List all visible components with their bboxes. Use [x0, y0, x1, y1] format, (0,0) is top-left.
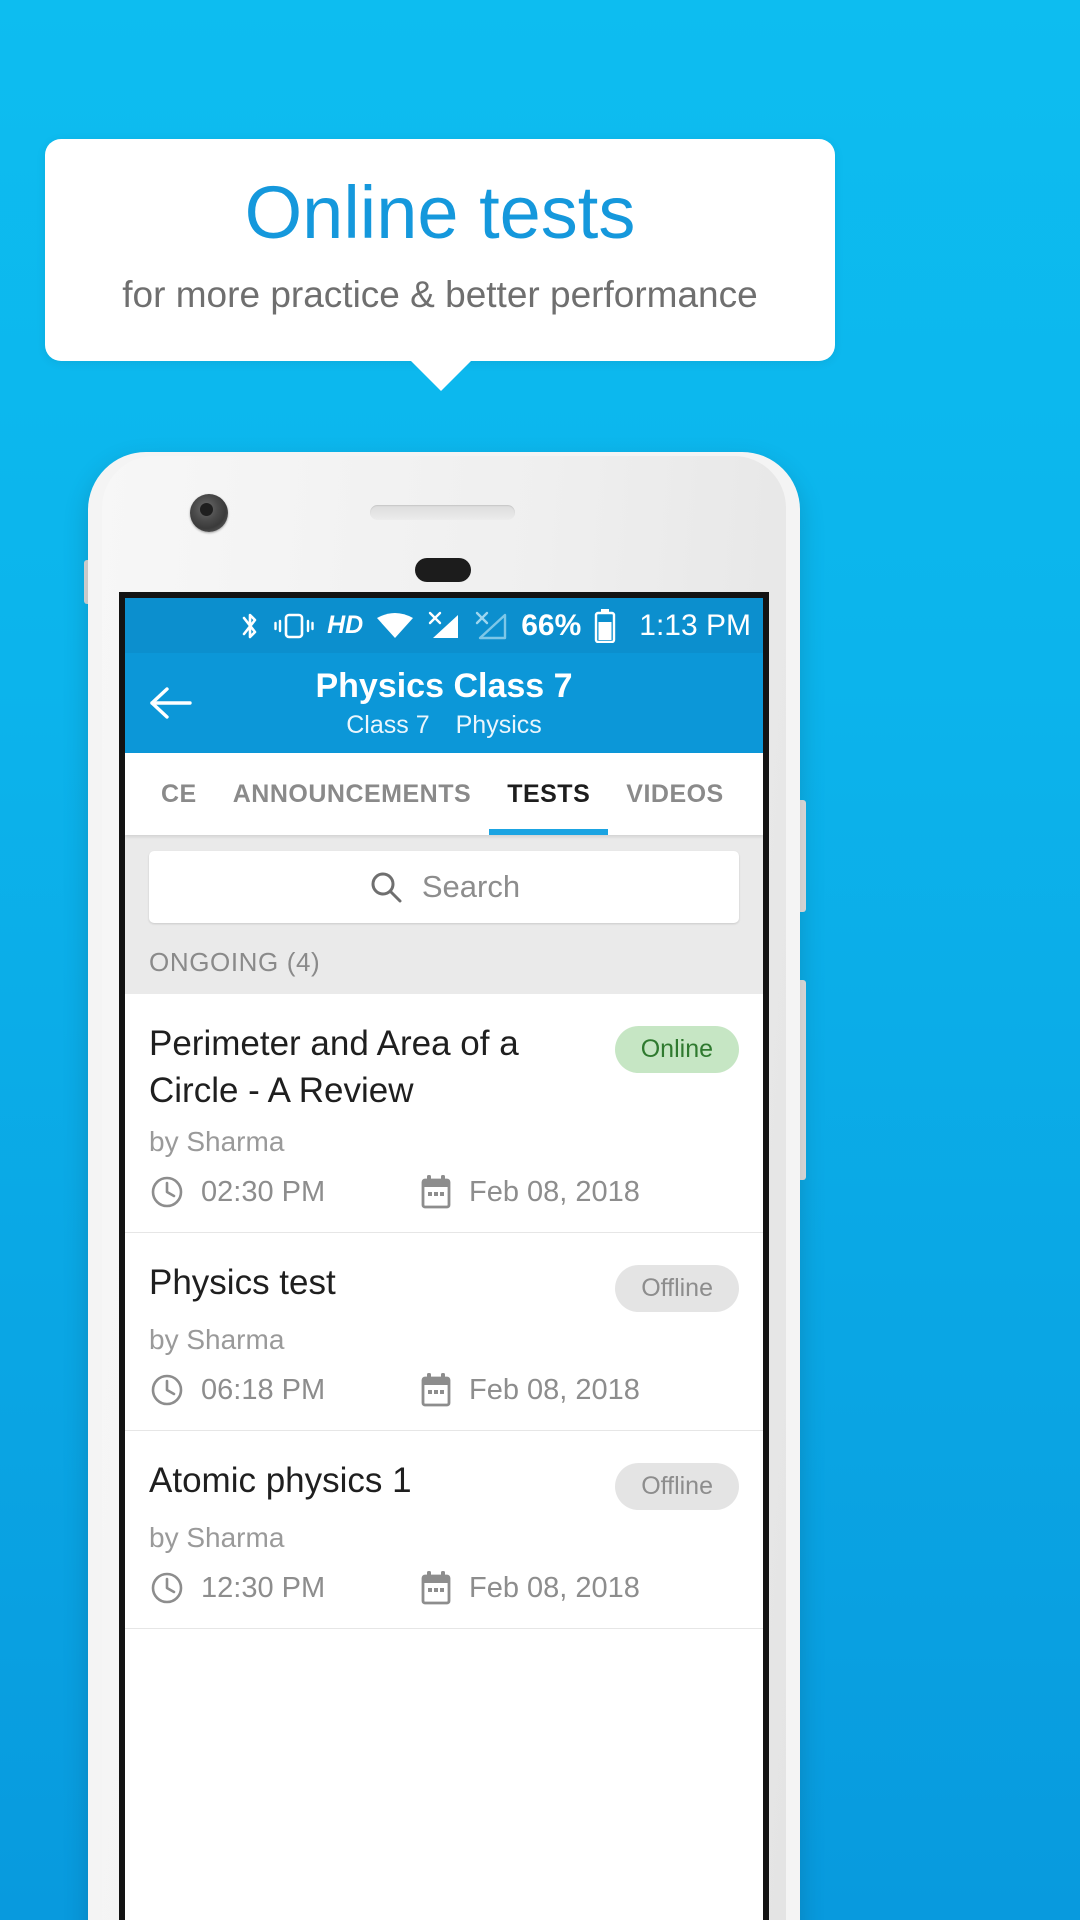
test-date-label: Feb 08, 2018 [469, 1571, 640, 1604]
status-bar-icons: HD 66% 1:13 PM [239, 608, 751, 643]
breadcrumb-subject: Physics [455, 711, 542, 739]
test-meta: 02:30 PM Feb 08, 2018 [149, 1174, 739, 1210]
tab-tests[interactable]: TESTS [489, 753, 609, 835]
test-time: 02:30 PM [149, 1174, 419, 1210]
clock-icon [149, 1570, 185, 1606]
breadcrumb: Class 7 Physics [346, 710, 542, 740]
battery-percent-label: 66% [521, 608, 582, 642]
tab-bar: CE ANNOUNCEMENTS TESTS VIDEOS [125, 753, 763, 835]
search-area: Search [125, 835, 763, 937]
phone-screen: HD 66% 1:13 PM Physics Class 7 Class 7 P… [119, 592, 769, 1920]
test-date-label: Feb 08, 2018 [469, 1175, 640, 1208]
search-input[interactable]: Search [149, 851, 739, 923]
clock-icon [149, 1174, 185, 1210]
status-badge: Online [614, 1026, 739, 1073]
back-button[interactable] [125, 685, 217, 721]
test-title: Atomic physics 1 [149, 1461, 412, 1500]
front-sensor-bar [415, 558, 471, 582]
breadcrumb-class: Class 7 [346, 711, 430, 739]
calendar-icon [419, 1372, 453, 1408]
status-badge: Offline [615, 1265, 739, 1312]
promo-subtitle: for more practice & better performance [122, 274, 758, 315]
clock-icon [149, 1372, 185, 1408]
status-bar: HD 66% 1:13 PM [125, 598, 763, 653]
front-camera-icon [190, 494, 228, 532]
search-icon [368, 869, 404, 905]
tab-ce[interactable]: CE [143, 753, 215, 835]
test-date: Feb 08, 2018 [419, 1174, 640, 1210]
test-title: Physics test [149, 1263, 336, 1302]
app-bar-titles: Physics Class 7 Class 7 Physics [125, 653, 763, 753]
hd-icon: HD [327, 611, 364, 639]
wifi-icon [376, 611, 414, 641]
test-date: Feb 08, 2018 [419, 1372, 640, 1408]
back-arrow-icon [148, 685, 194, 721]
test-time: 12:30 PM [149, 1570, 419, 1606]
promo-screenshot: Online tests for more practice & better … [0, 0, 1080, 1920]
search-placeholder: Search [421, 869, 521, 904]
callout-tail-icon [408, 358, 474, 391]
test-date-label: Feb 08, 2018 [469, 1373, 640, 1406]
test-meta: 12:30 PM Feb 08, 2018 [149, 1570, 739, 1606]
calendar-icon [419, 1570, 453, 1606]
test-item-header: Atomic physics 1 Offline [149, 1457, 739, 1510]
section-header-ongoing: ONGOING (4) [125, 937, 763, 994]
test-time: 06:18 PM [149, 1372, 419, 1408]
test-list-item[interactable]: Physics test Offline by Sharma 06:18 PM [125, 1233, 763, 1431]
calendar-icon [419, 1174, 453, 1210]
test-author: by Sharma [149, 1126, 285, 1157]
test-item-header: Perimeter and Area of a Circle - A Revie… [149, 1020, 739, 1114]
test-title: Perimeter and Area of a Circle - A Revie… [149, 1024, 519, 1110]
app-bar: Physics Class 7 Class 7 Physics [125, 653, 763, 753]
test-meta: 06:18 PM Feb 08, 2018 [149, 1372, 739, 1408]
test-date: Feb 08, 2018 [419, 1570, 640, 1606]
test-time-label: 12:30 PM [201, 1571, 326, 1604]
test-time-label: 06:18 PM [201, 1373, 326, 1406]
test-item-header: Physics test Offline [149, 1259, 739, 1312]
promo-callout: Online tests for more practice & better … [45, 139, 835, 361]
tab-announcements[interactable]: ANNOUNCEMENTS [215, 753, 489, 835]
page-title: Physics Class 7 [315, 667, 573, 705]
test-author: by Sharma [149, 1522, 285, 1553]
vibrate-icon [274, 611, 314, 641]
signal-no-sim-2-icon [474, 611, 508, 641]
bluetooth-icon [239, 610, 261, 642]
tab-videos[interactable]: VIDEOS [608, 753, 741, 835]
test-author: by Sharma [149, 1324, 285, 1355]
test-list-item[interactable]: Atomic physics 1 Offline by Sharma 12:30… [125, 1431, 763, 1629]
status-badge: Offline [615, 1463, 739, 1510]
test-list-item[interactable]: Perimeter and Area of a Circle - A Revie… [125, 994, 763, 1233]
battery-icon [594, 608, 616, 643]
promo-title: Online tests [244, 171, 636, 254]
signal-no-sim-1-icon [427, 611, 461, 641]
status-bar-clock: 1:13 PM [639, 608, 751, 642]
earpiece-speaker [370, 505, 515, 520]
test-time-label: 02:30 PM [201, 1175, 326, 1208]
